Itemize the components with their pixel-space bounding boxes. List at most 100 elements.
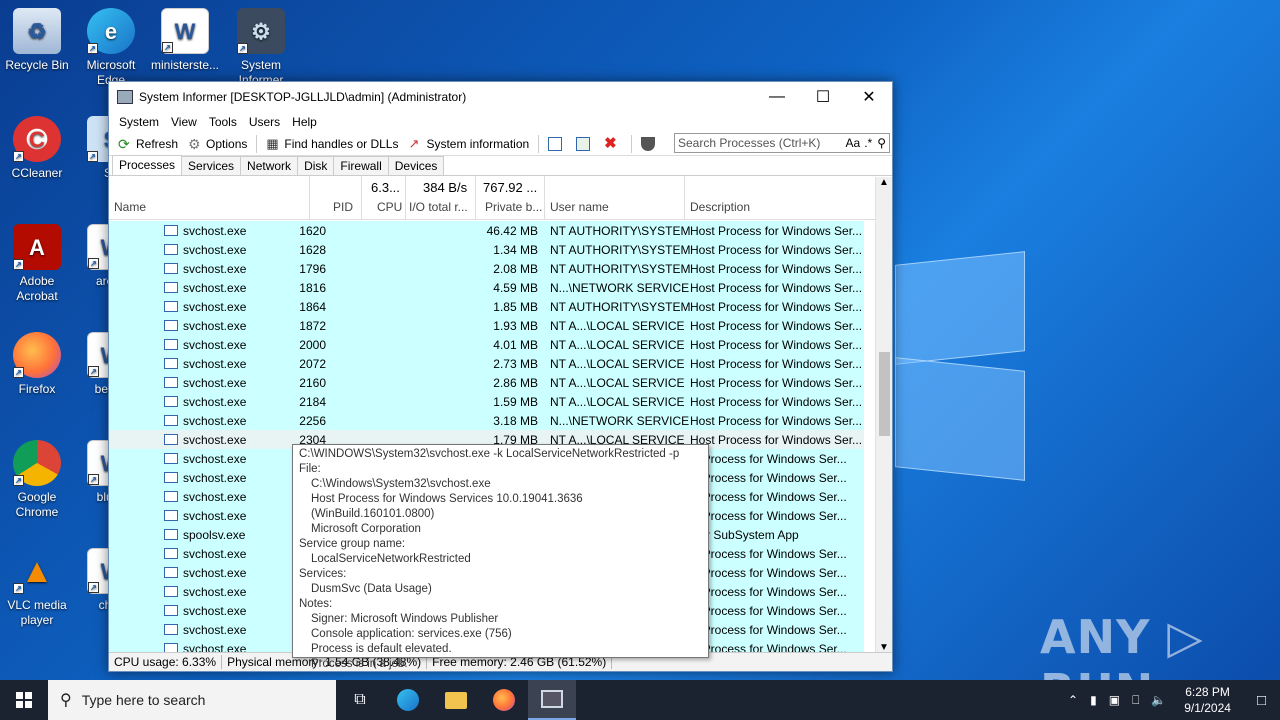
process-window-icon	[164, 472, 178, 483]
start-button[interactable]	[0, 680, 48, 720]
notifications-icon[interactable]: □	[1243, 692, 1280, 709]
menu-users[interactable]: Users	[243, 115, 286, 129]
col-description[interactable]: Description	[690, 200, 750, 214]
system-informer-icon: ⚙ ↗	[237, 8, 285, 54]
title-bar[interactable]: System Informer [DESKTOP-JGLLJLD\admin] …	[109, 82, 892, 112]
process-private-bytes: 1.85 MB	[493, 299, 538, 314]
tab-network[interactable]: Network	[240, 156, 299, 175]
desktop-icon[interactable]: ♻ Recycle Bin	[0, 8, 74, 73]
firefox-icon: ↗	[13, 332, 61, 378]
scroll-up-arrow[interactable]: ▲	[876, 177, 892, 188]
process-row[interactable]: svchost.exe 1864 1.85 MB NT AUTHORITY\SYSTE…	[109, 297, 864, 316]
process-row[interactable]: svchost.exe 2000 4.01 MB NT A...\LOCAL SERV…	[109, 335, 864, 354]
taskbar-file-explorer[interactable]	[432, 680, 480, 720]
process-window-icon	[164, 377, 178, 388]
col-divider	[309, 176, 310, 220]
window-toolbar-button[interactable]	[543, 133, 571, 155]
process-user-name: NT AUTHORITY\SYSTEM	[550, 261, 691, 276]
process-row[interactable]: svchost.exe 1796 2.08 MB NT AUTHORITY\SYSTE…	[109, 259, 864, 278]
tray-app-icon[interactable]: ▣	[1103, 693, 1126, 707]
process-user-name: NT A...\LOCAL SERVICE	[550, 375, 685, 390]
terminate-button[interactable]: ✖	[599, 133, 627, 155]
taskbar-edge[interactable]	[384, 680, 432, 720]
tab-firewall[interactable]: Firewall	[333, 156, 389, 175]
task-view-button[interactable]: ⧉	[336, 680, 384, 720]
process-description: Host Process for Windows Ser...	[690, 337, 863, 352]
process-name: svchost.exe	[183, 470, 247, 485]
shortcut-arrow-icon: ↗	[237, 43, 248, 54]
system-information-button[interactable]: ↗ System information	[403, 133, 534, 155]
process-name: svchost.exe	[183, 546, 247, 561]
window-add-icon	[576, 136, 591, 151]
desktop-icon[interactable]: C ↗ CCleaner	[0, 116, 74, 181]
vertical-scrollbar[interactable]: ▲ ▼	[875, 177, 892, 653]
column-header: Name PID 6.3... CPU 384 B/s I/O total r.…	[109, 176, 892, 220]
desktop-icon[interactable]: ↗ Firefox	[0, 332, 74, 397]
desktop-icon[interactable]: W ↗ ministerste...	[148, 8, 222, 73]
volume-icon[interactable]: 🔈	[1145, 693, 1172, 707]
shortcut-arrow-icon: ↗	[88, 366, 99, 377]
col-pid[interactable]: PID	[333, 200, 353, 214]
col-io[interactable]: I/O total r...	[409, 200, 468, 214]
menu-bar: System View Tools Users Help	[109, 112, 892, 132]
process-private-bytes: 1.93 MB	[493, 318, 538, 333]
col-cpu[interactable]: CPU	[377, 200, 402, 214]
process-window-icon	[164, 339, 178, 350]
taskbar-system-informer[interactable]	[528, 680, 576, 720]
menu-tools[interactable]: Tools	[203, 115, 243, 129]
chevron-up-icon[interactable]: ⌃	[1062, 693, 1084, 707]
recycle-bin-icon: ♻	[13, 8, 61, 54]
process-row[interactable]: svchost.exe 2072 2.73 MB NT A...\LOCAL SERV…	[109, 354, 864, 373]
desktop-icon[interactable]: ↗ Google Chrome	[0, 440, 74, 520]
process-row[interactable]: svchost.exe 1628 1.34 MB NT AUTHORITY\SYSTE…	[109, 240, 864, 259]
regex-toggle-icon[interactable]: .*	[862, 136, 874, 150]
add-window-button[interactable]	[571, 133, 599, 155]
network-icon[interactable]: ⎕	[1126, 693, 1145, 708]
process-row[interactable]: svchost.exe 1816 4.59 MB N...\NETWORK SERVI…	[109, 278, 864, 297]
refresh-button[interactable]: ⟳ Refresh	[113, 133, 183, 155]
tab-processes[interactable]: Processes	[112, 155, 183, 175]
minimize-button[interactable]: —	[754, 82, 800, 112]
match-case-toggle[interactable]: Aa	[844, 136, 863, 150]
scrollbar-thumb[interactable]	[879, 352, 890, 436]
tab-services[interactable]: Services	[181, 156, 242, 175]
search-icon[interactable]: ⚲	[874, 136, 889, 150]
network-monitor-icon[interactable]: ▮	[1084, 693, 1103, 707]
process-row[interactable]: svchost.exe 2160 2.86 MB NT A...\LOCAL SERV…	[109, 373, 864, 392]
col-name[interactable]: Name	[114, 200, 146, 214]
process-window-icon	[164, 415, 178, 426]
process-pid: 1796	[299, 261, 326, 276]
menu-help[interactable]: Help	[286, 115, 323, 129]
process-row[interactable]: svchost.exe 1872 1.93 MB NT A...\LOCAL SERV…	[109, 316, 864, 335]
options-button[interactable]: ⚙ Options	[183, 133, 252, 155]
clock[interactable]: 6:28 PM 9/1/2024	[1172, 684, 1243, 716]
desktop-icon[interactable]: e ↗ Microsoft Edge	[74, 8, 148, 88]
desktop-icon[interactable]: A ↗ Adobe Acrobat	[0, 224, 74, 304]
maximize-button[interactable]: ☐	[800, 82, 846, 112]
col-private-bytes[interactable]: Private b...	[485, 200, 542, 214]
desktop-icon-label: ministerste...	[150, 58, 219, 72]
process-row[interactable]: svchost.exe 2184 1.59 MB NT A...\LOCAL SERV…	[109, 392, 864, 411]
tooltip-line: Process is in a job.	[311, 658, 408, 670]
shortcut-arrow-icon: ↗	[87, 151, 98, 162]
col-user-name[interactable]: User name	[550, 200, 609, 214]
tab-disk[interactable]: Disk	[297, 156, 335, 175]
menu-view[interactable]: View	[165, 115, 203, 129]
tab-devices[interactable]: Devices	[387, 156, 445, 175]
process-description: Host Process for Windows Ser...	[690, 242, 863, 257]
taskbar-search-box[interactable]: ⚲ Type here to search	[48, 680, 336, 720]
task-view-icon: ⧉	[354, 691, 366, 708]
search-processes-input[interactable]: Search Processes (Ctrl+K) Aa .* ⚲	[674, 133, 890, 153]
process-row[interactable]: svchost.exe 1620 46.42 MB NT AUTHORITY\SYST…	[109, 221, 864, 240]
desktop-icon[interactable]: ⚙ ↗ System Informer	[224, 8, 298, 88]
menu-system[interactable]: System	[113, 115, 165, 129]
shield-button[interactable]	[636, 133, 664, 155]
process-row[interactable]: svchost.exe 2256 3.18 MB N...\NETWORK SERVI…	[109, 411, 864, 430]
desktop-icon[interactable]: ▲ ↗ VLC media player	[0, 548, 74, 628]
tooltip-line: C:\Windows\System32\svchost.exe	[311, 478, 491, 490]
find-handles-button[interactable]: ▦ Find handles or DLLs	[261, 133, 403, 155]
process-tooltip: C:\WINDOWS\System32\svchost.exe -k Local…	[292, 444, 709, 670]
taskbar-firefox[interactable]	[480, 680, 528, 720]
word-doc-icon: W↗	[161, 8, 209, 54]
close-window-button[interactable]: ✕	[846, 82, 892, 112]
